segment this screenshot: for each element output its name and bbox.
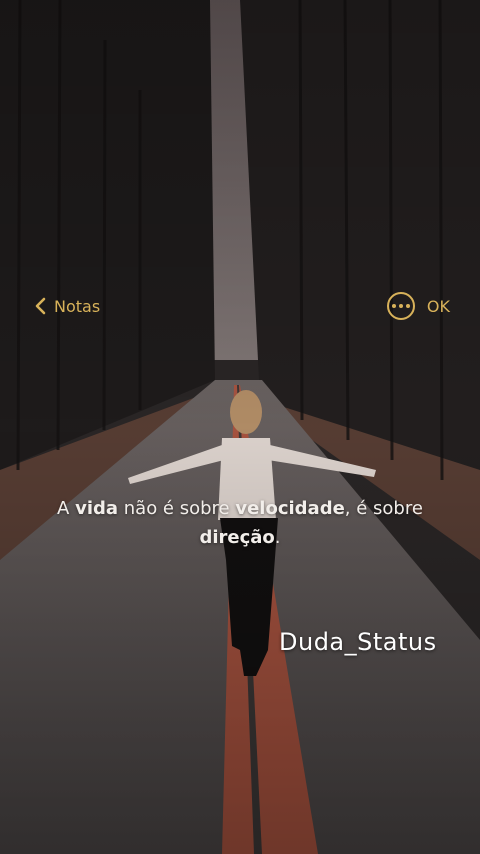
quote-bold-3: direção [199,527,275,548]
chevron-left-icon [35,297,46,315]
quote-bold-2: velocidade [235,498,345,519]
quote-part-4: . [274,527,281,548]
nav-actions: OK [386,290,450,322]
quote-part-3: , é sobre [344,498,423,519]
quote-bold-1: vida [75,498,119,519]
back-button[interactable]: Notas [34,292,100,320]
quote-part-1: A [57,498,76,519]
quote-part-2: não é sobre [118,498,236,519]
watermark: Duda_Status [279,628,437,656]
back-label: Notas [54,296,101,316]
background-photo [0,0,480,854]
ok-button[interactable]: OK [427,297,450,316]
more-icon[interactable] [386,292,415,320]
quote-text: A vida não é sobre velocidade, é sobre d… [20,494,460,552]
